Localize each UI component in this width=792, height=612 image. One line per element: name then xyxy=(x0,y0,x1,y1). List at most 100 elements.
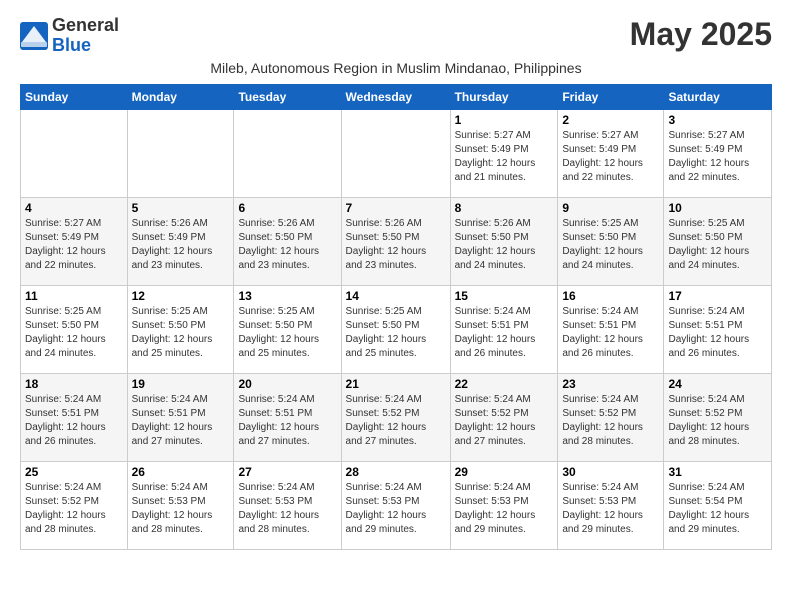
day-info: Sunrise: 5:26 AMSunset: 5:49 PMDaylight:… xyxy=(132,217,230,273)
day-info: Sunrise: 5:26 AMSunset: 5:50 PMDaylight:… xyxy=(455,217,554,273)
calendar-cell: 14 Sunrise: 5:25 AMSunset: 5:50 PMDayligh… xyxy=(341,285,450,373)
day-number: 1 xyxy=(455,113,554,127)
header: General Blue May 2025 xyxy=(20,16,772,56)
calendar-cell xyxy=(234,109,341,197)
day-info: Sunrise: 5:24 AMSunset: 5:52 PMDaylight:… xyxy=(346,393,446,449)
day-number: 17 xyxy=(668,289,767,303)
logo-icon xyxy=(20,22,48,50)
calendar-cell: 31Sunrise: 5:24 AMSunset: 5:54 PMDayligh… xyxy=(664,461,772,549)
calendar-week-4: 18 Sunrise: 5:24 AMSunset: 5:51 PMDayligh… xyxy=(21,373,772,461)
calendar-cell: 5 Sunrise: 5:26 AMSunset: 5:49 PMDaylight… xyxy=(127,197,234,285)
day-info: Sunrise: 5:24 AMSunset: 5:53 PMDaylight:… xyxy=(455,481,554,537)
day-number: 25 xyxy=(25,465,123,479)
calendar-week-1: 1 Sunrise: 5:27 AMSunset: 5:49 PMDaylight… xyxy=(21,109,772,197)
weekday-header-sunday: Sunday xyxy=(21,84,128,109)
calendar-cell xyxy=(21,109,128,197)
day-number: 16 xyxy=(562,289,659,303)
calendar-cell: 26 Sunrise: 5:24 AMSunset: 5:53 PMDayligh… xyxy=(127,461,234,549)
day-info: Sunrise: 5:24 AMSunset: 5:52 PMDaylight:… xyxy=(455,393,554,449)
day-number: 5 xyxy=(132,201,230,215)
day-number: 29 xyxy=(455,465,554,479)
day-number: 21 xyxy=(346,377,446,391)
calendar-cell: 2Sunrise: 5:27 AMSunset: 5:49 PMDaylight… xyxy=(558,109,664,197)
calendar-cell: 9Sunrise: 5:25 AMSunset: 5:50 PMDaylight… xyxy=(558,197,664,285)
day-info: Sunrise: 5:25 AMSunset: 5:50 PMDaylight:… xyxy=(25,305,123,361)
day-number: 20 xyxy=(238,377,336,391)
calendar-cell: 19 Sunrise: 5:24 AMSunset: 5:51 PMDayligh… xyxy=(127,373,234,461)
weekday-header-monday: Monday xyxy=(127,84,234,109)
day-info: Sunrise: 5:27 AMSunset: 5:49 PMDaylight:… xyxy=(668,129,767,185)
day-info: Sunrise: 5:24 AMSunset: 5:51 PMDaylight:… xyxy=(238,393,336,449)
day-number: 14 xyxy=(346,289,446,303)
day-info: Sunrise: 5:26 AMSunset: 5:50 PMDaylight:… xyxy=(238,217,336,273)
day-info: Sunrise: 5:24 AMSunset: 5:52 PMDaylight:… xyxy=(562,393,659,449)
calendar-week-3: 11Sunrise: 5:25 AMSunset: 5:50 PMDayligh… xyxy=(21,285,772,373)
day-info: Sunrise: 5:24 AMSunset: 5:53 PMDaylight:… xyxy=(562,481,659,537)
day-info: Sunrise: 5:25 AMSunset: 5:50 PMDaylight:… xyxy=(668,217,767,273)
calendar-cell: 4 Sunrise: 5:27 AMSunset: 5:49 PMDaylight… xyxy=(21,197,128,285)
day-info: Sunrise: 5:24 AMSunset: 5:51 PMDaylight:… xyxy=(132,393,230,449)
page: General Blue May 2025 Mileb, Autonomous … xyxy=(0,0,792,560)
subtitle: Mileb, Autonomous Region in Muslim Minda… xyxy=(20,60,772,76)
calendar-cell: 27 Sunrise: 5:24 AMSunset: 5:53 PMDayligh… xyxy=(234,461,341,549)
day-number: 23 xyxy=(562,377,659,391)
calendar-table: SundayMondayTuesdayWednesdayThursdayFrid… xyxy=(20,84,772,550)
weekday-header-saturday: Saturday xyxy=(664,84,772,109)
calendar-cell: 13 Sunrise: 5:25 AMSunset: 5:50 PMDayligh… xyxy=(234,285,341,373)
day-info: Sunrise: 5:25 AMSunset: 5:50 PMDaylight:… xyxy=(238,305,336,361)
calendar-cell: 10Sunrise: 5:25 AMSunset: 5:50 PMDayligh… xyxy=(664,197,772,285)
calendar-cell: 8Sunrise: 5:26 AMSunset: 5:50 PMDaylight… xyxy=(450,197,558,285)
calendar-cell: 3 Sunrise: 5:27 AMSunset: 5:49 PMDaylight… xyxy=(664,109,772,197)
weekday-row: SundayMondayTuesdayWednesdayThursdayFrid… xyxy=(21,84,772,109)
calendar-cell: 12 Sunrise: 5:25 AMSunset: 5:50 PMDayligh… xyxy=(127,285,234,373)
calendar-cell: 20 Sunrise: 5:24 AMSunset: 5:51 PMDayligh… xyxy=(234,373,341,461)
day-info: Sunrise: 5:24 AMSunset: 5:51 PMDaylight:… xyxy=(25,393,123,449)
day-info: Sunrise: 5:25 AMSunset: 5:50 PMDaylight:… xyxy=(132,305,230,361)
calendar-header: SundayMondayTuesdayWednesdayThursdayFrid… xyxy=(21,84,772,109)
day-number: 7 xyxy=(346,201,446,215)
calendar-cell: 6Sunrise: 5:26 AMSunset: 5:50 PMDaylight… xyxy=(234,197,341,285)
calendar-cell: 18 Sunrise: 5:24 AMSunset: 5:51 PMDayligh… xyxy=(21,373,128,461)
month-title: May 2025 xyxy=(630,16,772,53)
day-number: 9 xyxy=(562,201,659,215)
day-info: Sunrise: 5:24 AMSunset: 5:51 PMDaylight:… xyxy=(455,305,554,361)
weekday-header-tuesday: Tuesday xyxy=(234,84,341,109)
calendar-cell: 29 Sunrise: 5:24 AMSunset: 5:53 PMDayligh… xyxy=(450,461,558,549)
day-number: 18 xyxy=(25,377,123,391)
day-number: 27 xyxy=(238,465,336,479)
logo-line1: General xyxy=(52,15,119,35)
day-info: Sunrise: 5:24 AMSunset: 5:53 PMDaylight:… xyxy=(238,481,336,537)
calendar-cell: 23 Sunrise: 5:24 AMSunset: 5:52 PMDayligh… xyxy=(558,373,664,461)
calendar-cell: 24Sunrise: 5:24 AMSunset: 5:52 PMDayligh… xyxy=(664,373,772,461)
calendar-cell: 15Sunrise: 5:24 AMSunset: 5:51 PMDayligh… xyxy=(450,285,558,373)
calendar-cell: 28Sunrise: 5:24 AMSunset: 5:53 PMDayligh… xyxy=(341,461,450,549)
calendar-cell: 25 Sunrise: 5:24 AMSunset: 5:52 PMDayligh… xyxy=(21,461,128,549)
calendar-week-5: 25 Sunrise: 5:24 AMSunset: 5:52 PMDayligh… xyxy=(21,461,772,549)
day-info: Sunrise: 5:24 AMSunset: 5:52 PMDaylight:… xyxy=(25,481,123,537)
day-number: 19 xyxy=(132,377,230,391)
weekday-header-thursday: Thursday xyxy=(450,84,558,109)
calendar-cell xyxy=(341,109,450,197)
day-info: Sunrise: 5:24 AMSunset: 5:54 PMDaylight:… xyxy=(668,481,767,537)
calendar-cell: 22 Sunrise: 5:24 AMSunset: 5:52 PMDayligh… xyxy=(450,373,558,461)
day-info: Sunrise: 5:24 AMSunset: 5:53 PMDaylight:… xyxy=(132,481,230,537)
calendar-cell: 30 Sunrise: 5:24 AMSunset: 5:53 PMDayligh… xyxy=(558,461,664,549)
day-number: 3 xyxy=(668,113,767,127)
calendar-cell: 11Sunrise: 5:25 AMSunset: 5:50 PMDayligh… xyxy=(21,285,128,373)
day-info: Sunrise: 5:27 AMSunset: 5:49 PMDaylight:… xyxy=(455,129,554,185)
day-number: 30 xyxy=(562,465,659,479)
logo: General Blue xyxy=(20,16,119,56)
day-number: 26 xyxy=(132,465,230,479)
logo-line2: Blue xyxy=(52,35,91,55)
day-number: 4 xyxy=(25,201,123,215)
calendar-cell: 16Sunrise: 5:24 AMSunset: 5:51 PMDayligh… xyxy=(558,285,664,373)
weekday-header-wednesday: Wednesday xyxy=(341,84,450,109)
day-info: Sunrise: 5:25 AMSunset: 5:50 PMDaylight:… xyxy=(346,305,446,361)
weekday-header-friday: Friday xyxy=(558,84,664,109)
day-number: 22 xyxy=(455,377,554,391)
calendar-body: 1 Sunrise: 5:27 AMSunset: 5:49 PMDaylight… xyxy=(21,109,772,549)
day-number: 12 xyxy=(132,289,230,303)
calendar-cell: 1 Sunrise: 5:27 AMSunset: 5:49 PMDaylight… xyxy=(450,109,558,197)
day-number: 13 xyxy=(238,289,336,303)
day-info: Sunrise: 5:27 AMSunset: 5:49 PMDaylight:… xyxy=(25,217,123,273)
